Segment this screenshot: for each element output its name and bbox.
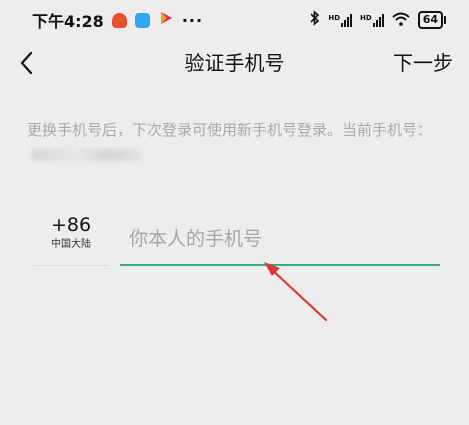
chevron-left-icon (20, 51, 33, 75)
bluetooth-icon (310, 10, 320, 30)
cellular-signal-2-icon: HD (360, 13, 384, 27)
cellular-signal-1-icon: HD (328, 13, 353, 27)
country-code-selector[interactable]: +86 中国大陆 (33, 212, 109, 266)
wifi-icon (392, 11, 410, 30)
status-bar-left: 下午4:28 ··· (32, 8, 203, 32)
country-code: +86 (50, 214, 92, 236)
notification-app-icon-1 (111, 12, 127, 28)
hint-label: 更换手机号后，下次登录可使用新手机号登录。当前手机号： (27, 121, 433, 139)
status-time: 下午4:28 (32, 12, 104, 31)
back-button[interactable] (16, 48, 42, 78)
phone-number-input[interactable] (120, 217, 440, 261)
navigation-bar: 验证手机号 下一步 (0, 40, 469, 86)
current-phone-number-blurred (31, 148, 143, 161)
hint-text: 更换手机号后，下次登录可使用新手机号登录。当前手机号： (27, 118, 447, 166)
country-code-divider (33, 265, 109, 266)
battery-indicator: 64 (417, 11, 447, 29)
next-step-button[interactable]: 下一步 (393, 40, 453, 86)
notification-app-icon-2 (134, 12, 150, 28)
notification-app-icon-3 (158, 10, 174, 30)
signal-2-label: HD (360, 13, 372, 22)
more-notifications-icon: ··· (181, 10, 204, 30)
phone-input-underline (120, 264, 440, 266)
country-region: 中国大陆 (51, 239, 91, 250)
signal-1-label: HD (328, 13, 341, 22)
status-bar-right: HD HD 64 (310, 10, 447, 30)
status-bar: 下午4:28 ··· HD HD 64 (0, 0, 469, 40)
